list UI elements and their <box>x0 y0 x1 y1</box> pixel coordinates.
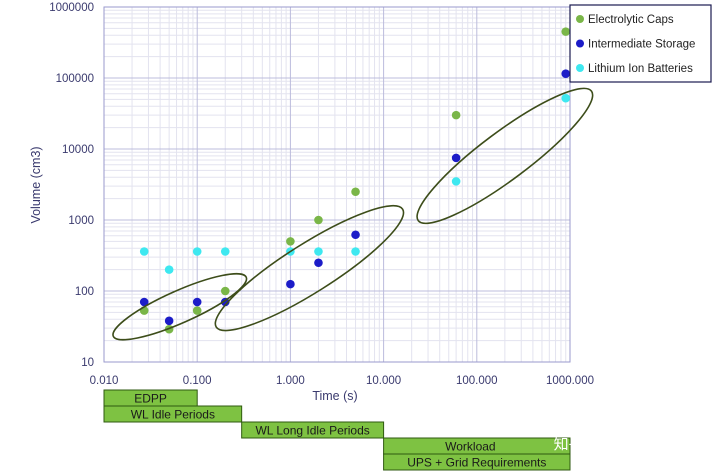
legend-marker-lithium-ion-batteries <box>576 64 584 72</box>
point-lithium-ion-batteries <box>561 93 571 103</box>
x-tick-label: 1.000 <box>276 375 305 387</box>
y-tick-label: 10 <box>81 357 94 369</box>
point-intermediate-storage <box>164 316 174 326</box>
y-axis-label: Volume (cm3) <box>29 146 43 223</box>
band-label-ups-grid-requirements: UPS + Grid Requirements <box>407 456 546 470</box>
y-tick-label: 100000 <box>56 73 94 85</box>
point-electrolytic-caps <box>286 237 295 246</box>
band-label-edpp: EDPP <box>134 392 167 406</box>
legend-label-electrolytic-caps: Electrolytic Caps <box>588 14 674 26</box>
legend-marker-electrolytic-caps <box>576 15 584 23</box>
point-lithium-ion-batteries <box>192 247 202 256</box>
point-intermediate-storage <box>561 69 571 78</box>
point-intermediate-storage <box>451 153 461 163</box>
point-lithium-ion-batteries <box>139 247 149 256</box>
point-lithium-ion-batteries <box>351 247 360 256</box>
data-points <box>139 27 571 334</box>
y-tick-label: 1000000 <box>49 2 94 14</box>
x-tick-label: 0.100 <box>183 375 212 387</box>
y-tick-label: 100 <box>75 286 94 298</box>
point-intermediate-storage <box>192 297 202 307</box>
point-intermediate-storage <box>286 279 295 289</box>
x-tick-labels: 0.010 0.100 1.000 10.000 100.000 1000.000 <box>90 375 594 387</box>
y-tick-label: 1000 <box>68 215 94 227</box>
x-tick-label: 1000.000 <box>546 375 594 387</box>
grid-major <box>103 6 571 363</box>
legend: Electrolytic Caps Intermediate Storage Lit… <box>569 4 712 83</box>
point-intermediate-storage <box>351 230 360 240</box>
point-electrolytic-caps <box>351 187 360 197</box>
point-electrolytic-caps <box>561 27 571 36</box>
point-lithium-ion-batteries <box>220 247 230 256</box>
point-electrolytic-caps <box>314 215 323 225</box>
band-label-wl-long-idle-periods: WL Long Idle Periods <box>255 424 369 438</box>
plot-border <box>103 6 571 363</box>
point-lithium-ion-batteries <box>451 177 461 186</box>
point-electrolytic-caps <box>451 110 461 120</box>
band-label-workload: Workload <box>445 440 495 454</box>
grid-minor <box>104 7 570 362</box>
x-tick-label: 100.000 <box>456 375 498 387</box>
x-tick-label: 0.010 <box>90 375 119 387</box>
volume-time-chart: 10 100 1000 10000 100000 1000000 0.010 0.100 1.… <box>29 2 712 471</box>
band-label-wl-idle-periods: WL Idle Periods <box>131 408 215 422</box>
point-intermediate-storage <box>314 258 323 268</box>
point-lithium-ion-batteries <box>164 265 174 274</box>
point-electrolytic-caps <box>220 286 230 296</box>
x-tick-label: 10.000 <box>366 375 401 387</box>
legend-marker-intermediate-storage <box>576 39 584 48</box>
point-lithium-ion-batteries <box>314 247 323 256</box>
watermark-text: 知乎 @人类观察图灵机 <box>554 435 708 453</box>
legend-label-lithium-ion-batteries: Lithium Ion Batteries <box>588 63 693 75</box>
y-tick-label: 10000 <box>62 144 94 156</box>
chart-container: 10 100 1000 10000 100000 1000000 0.010 0.100 1.… <box>0 0 720 476</box>
legend-label-intermediate-storage: Intermediate Storage <box>588 39 695 51</box>
y-tick-labels: 10 100 1000 10000 100000 1000000 <box>49 2 94 369</box>
cluster-ellipses <box>112 87 594 341</box>
x-axis-label: Time (s) <box>312 389 357 403</box>
point-electrolytic-caps <box>192 306 202 315</box>
